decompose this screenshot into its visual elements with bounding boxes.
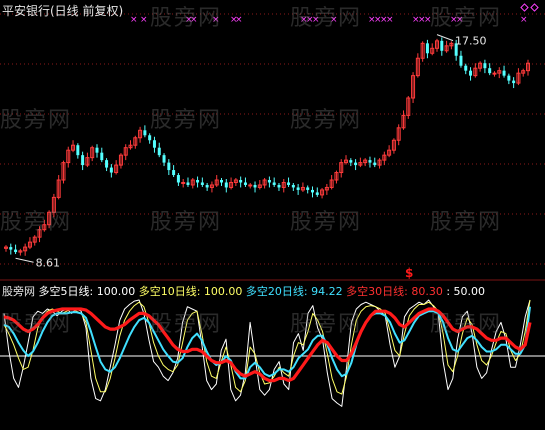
low-pointer [15, 257, 34, 263]
s5-value: 100.00 [96, 285, 136, 298]
candle-body [373, 162, 377, 166]
candle-body [349, 160, 353, 163]
candle-body [105, 160, 109, 168]
candle-body [459, 55, 463, 66]
indicator-name: 股旁网 [2, 285, 35, 298]
watermark: 股旁网 [0, 108, 73, 133]
s30-label: 多空30日线: [346, 285, 408, 298]
watermark: 股旁网 [150, 210, 223, 235]
candle-body [296, 187, 300, 190]
candle-body [315, 192, 319, 195]
indicator-legend: 股旁网 多空5日线: 100.00 多空10日线: 100.00 多空20日线:… [2, 283, 485, 299]
candle-body [200, 182, 204, 185]
watermark: 股旁网 [290, 6, 363, 31]
candle-body [354, 162, 358, 166]
watermark: 股旁网 [0, 210, 73, 235]
candle-body [167, 162, 171, 171]
candle-body [440, 40, 444, 51]
low-label: 8.61 [36, 256, 61, 269]
candle-body [9, 247, 13, 250]
watermark: 股旁网 [150, 108, 223, 133]
watermark: 股旁网 [290, 210, 363, 235]
candle-body [248, 184, 253, 187]
candle-body [291, 184, 295, 188]
s5-label: 多空5日线: [38, 285, 94, 298]
candle-body [81, 155, 85, 166]
candle-body [176, 175, 180, 183]
candle-body [425, 43, 429, 54]
candle-body [76, 145, 80, 156]
candle-body [162, 155, 166, 163]
candle-body [492, 72, 497, 75]
candle-body [243, 182, 247, 185]
high-pointer [436, 34, 454, 42]
candle-body [488, 68, 492, 74]
signal-diamond [530, 3, 539, 12]
signal-marker: × [140, 15, 148, 25]
candle-body [148, 135, 152, 141]
candle-body [507, 75, 511, 81]
candle-body [95, 147, 99, 153]
candle-body [512, 80, 516, 84]
signal-marker: × [386, 15, 394, 25]
chart-title: 平安银行(日线 前复权) [2, 4, 124, 18]
candle-body [109, 167, 113, 173]
candle-body [253, 184, 257, 188]
candle-body [464, 65, 468, 71]
candle-body [152, 140, 156, 148]
watermark: 股旁网 [430, 312, 503, 337]
s10-label: 多空10日线: [138, 285, 201, 298]
candle-body [469, 70, 473, 76]
s10-value: 100.00 [203, 285, 243, 298]
watermark: 股旁网 [430, 210, 503, 235]
watermark: 股旁网 [290, 312, 363, 337]
s30-value: 80.30 [411, 285, 443, 298]
signal-marker: × [520, 15, 528, 25]
high-label: 17.50 [455, 35, 487, 48]
candle-body [220, 180, 224, 183]
watermark: 股旁网 [0, 312, 73, 337]
candle-body [502, 70, 506, 76]
candle-body [287, 182, 291, 185]
watermark: 股旁网 [150, 312, 223, 337]
candle-body [306, 187, 310, 190]
candle-body [205, 184, 209, 188]
watermark: 股旁网 [150, 6, 223, 31]
candle-body [272, 182, 276, 185]
watermark: 股旁网 [430, 6, 503, 31]
candle-body [267, 180, 271, 183]
candle-body [483, 63, 487, 69]
candle-body [196, 180, 200, 183]
level-value: : 50.00 [446, 285, 486, 298]
signal-label: $ [405, 266, 413, 280]
candle-body [100, 152, 104, 161]
candle-body [224, 182, 228, 188]
signal-diamond [520, 3, 529, 12]
s20-value: 94.22 [311, 285, 343, 298]
candle-body [157, 147, 161, 156]
candle-body [181, 181, 186, 184]
signal-marker: × [235, 15, 243, 25]
candle-body [186, 182, 190, 185]
watermark: 股旁网 [290, 108, 363, 133]
candle-body [368, 160, 372, 163]
candle-body [239, 180, 243, 183]
candle-body [277, 184, 281, 188]
candle-body [310, 189, 314, 193]
candle-body [143, 130, 147, 136]
signal-marker: × [130, 15, 138, 25]
s20-label: 多空20日线: [245, 285, 308, 298]
candle-body [172, 170, 176, 176]
candle-body [14, 249, 18, 253]
